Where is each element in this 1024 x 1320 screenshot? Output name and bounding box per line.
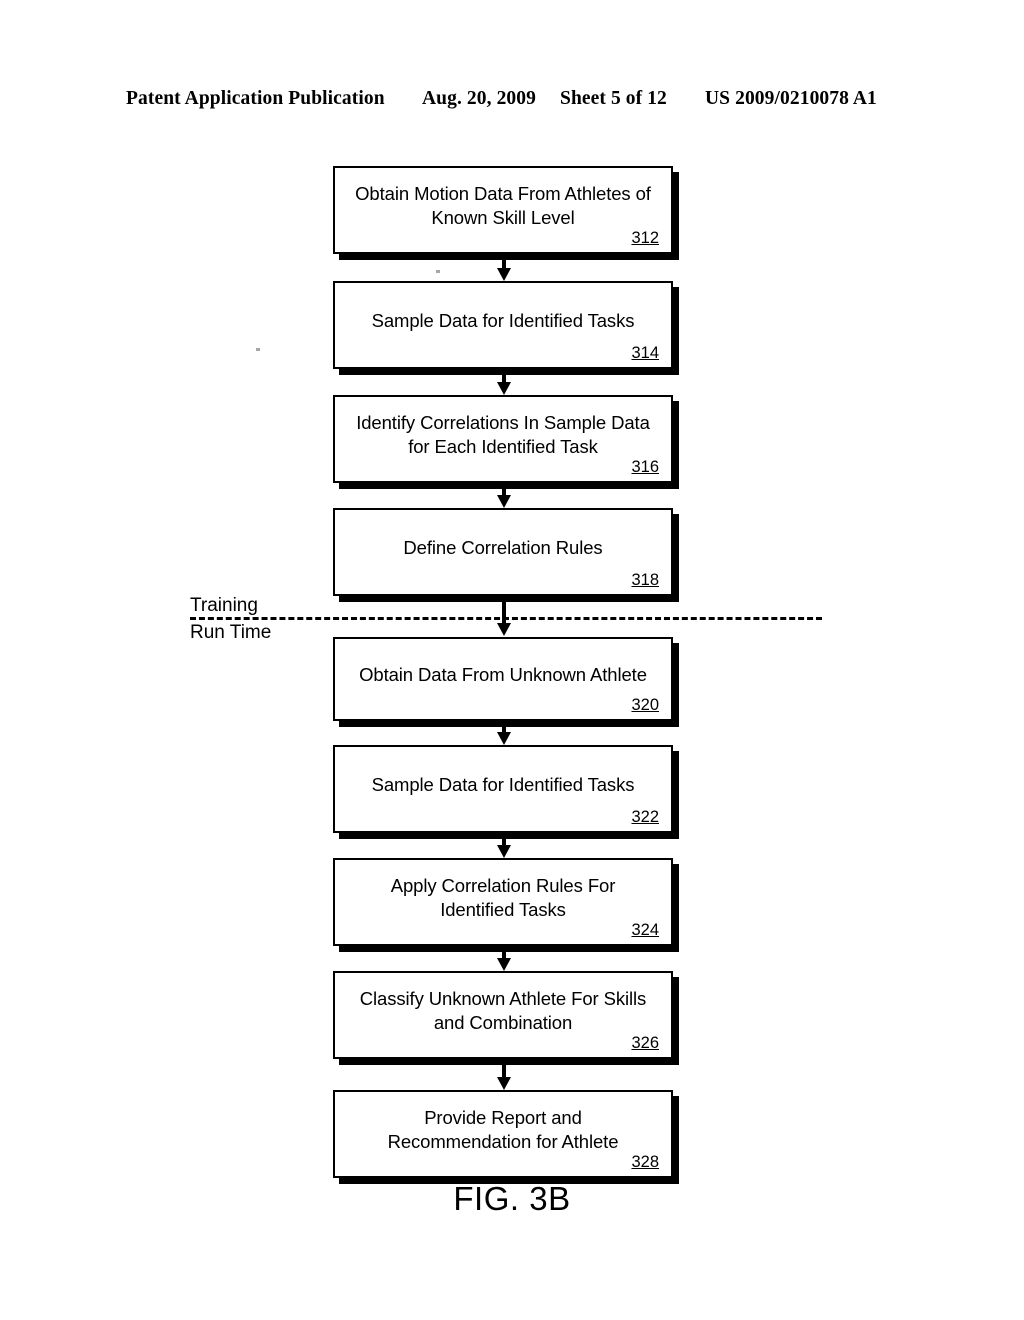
flowchart-node-322: Sample Data for Identified Tasks 322: [333, 745, 673, 833]
flowchart-node-316-line-2: for Each Identified Task: [408, 436, 598, 457]
reference-numeral-320: 320: [631, 696, 659, 714]
reference-numeral-324: 324: [631, 921, 659, 939]
flowchart-node-328-line-2: Recommendation for Athlete: [387, 1131, 619, 1152]
divider-label-training: Training: [190, 595, 258, 616]
flowchart-node-328-line-1: Provide Report and: [424, 1107, 582, 1128]
reference-numeral-326: 326: [631, 1034, 659, 1052]
connector-arrow-314-to-316: [497, 371, 511, 395]
scan-speck: [256, 348, 260, 351]
flowchart-node-326-line-2: and Combination: [433, 1012, 573, 1033]
flowchart-node-318-line-1: Define Correlation Rules: [403, 537, 603, 558]
connector-arrow-326-to-328: [497, 1061, 511, 1090]
flowchart-node-320-line-1: Obtain Data From Unknown Athlete: [359, 664, 647, 685]
flowchart-node-322-line-1: Sample Data for Identified Tasks: [371, 774, 635, 795]
reference-numeral-328: 328: [631, 1153, 659, 1171]
connector-arrow-322-to-324: [497, 835, 511, 858]
reference-numeral-322: 322: [631, 808, 659, 826]
scan-speck: [436, 270, 440, 273]
flowchart-node-316: Identify Correlations In Sample Data for…: [333, 395, 673, 483]
flowchart-node-326-line-1: Classify Unknown Athlete For Skills: [359, 988, 647, 1009]
connector-arrow-320-to-322: [497, 723, 511, 745]
flowchart-node-324-line-2: Identified Tasks: [440, 899, 566, 920]
flowchart-node-312-line-2: Known Skill Level: [431, 207, 575, 228]
flowchart-figure: Obtain Motion Data From Athletes of Know…: [0, 0, 1024, 1320]
figure-caption: FIG. 3B: [453, 1180, 571, 1217]
flowchart-node-324-line-1: Apply Correlation Rules For: [390, 875, 616, 896]
flowchart-node-324: Apply Correlation Rules For Identified T…: [333, 858, 673, 946]
connector-arrow-316-to-318: [497, 485, 511, 508]
flowchart-node-312-line-1: Obtain Motion Data From Athletes of: [355, 183, 651, 204]
connector-arrow-312-to-314: [497, 256, 511, 281]
flowchart-node-328: Provide Report and Recommendation for At…: [333, 1090, 673, 1178]
flowchart-node-316-line-1: Identify Correlations In Sample Data: [356, 412, 650, 433]
flowchart-node-314-line-1: Sample Data for Identified Tasks: [371, 310, 635, 331]
flowchart-node-318: Define Correlation Rules 318: [333, 508, 673, 596]
flowchart-node-326: Classify Unknown Athlete For Skills and …: [333, 971, 673, 1059]
connector-arrow-324-to-326: [497, 948, 511, 971]
flowchart-node-320: Obtain Data From Unknown Athlete 320: [333, 637, 673, 721]
divider-label-run-time: Run Time: [190, 622, 272, 643]
reference-numeral-314: 314: [631, 344, 659, 362]
reference-numeral-316: 316: [631, 458, 659, 476]
flowchart-node-312: Obtain Motion Data From Athletes of Know…: [333, 166, 673, 254]
reference-numeral-312: 312: [631, 229, 659, 247]
flowchart-node-314: Sample Data for Identified Tasks 314: [333, 281, 673, 369]
training-runtime-divider: [190, 617, 822, 620]
reference-numeral-318: 318: [631, 571, 659, 589]
